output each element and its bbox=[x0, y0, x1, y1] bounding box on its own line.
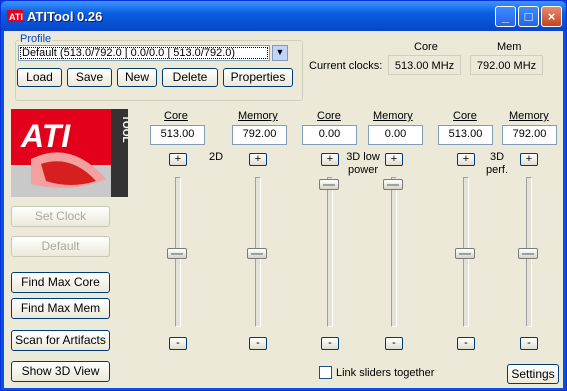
logo-subtext: TOOL bbox=[120, 115, 128, 143]
logo-text: ATI bbox=[20, 118, 71, 154]
current-clocks-label: Current clocks: bbox=[309, 60, 383, 72]
mode-3dlow-memory-input[interactable]: 0.00 bbox=[368, 125, 423, 145]
mode-3dlow-core-slider-thumb[interactable] bbox=[319, 179, 339, 190]
profile-group: Profile Default (513.0/792.0 | 0.0/0.0 |… bbox=[15, 33, 303, 101]
window-title: ATITool 0.26 bbox=[27, 9, 103, 24]
mode-3dperf-core-input[interactable]: 513.00 bbox=[438, 125, 493, 145]
mode-3dperf-memory-slider-thumb[interactable] bbox=[518, 248, 538, 259]
close-icon[interactable]: × bbox=[541, 6, 562, 27]
mode-3dperf-label: 3D perf. bbox=[485, 151, 508, 176]
mode-2d-core-plus-button[interactable]: + bbox=[169, 153, 187, 166]
properties-button[interactable]: Properties bbox=[223, 68, 293, 87]
default-button[interactable]: Default bbox=[11, 236, 110, 257]
current-mem-header: Mem bbox=[497, 41, 522, 53]
mode-3dlow-memory-plus-button[interactable]: + bbox=[385, 153, 403, 166]
mode-3dlow-core-minus-button[interactable]: - bbox=[321, 337, 339, 350]
mode-3dlow-core-plus-button[interactable]: + bbox=[321, 153, 339, 166]
mode-3dlow-memory-minus-button[interactable]: - bbox=[385, 337, 403, 350]
current-core-header: Core bbox=[414, 41, 438, 53]
mode-3dlow-memory-header: Memory bbox=[373, 110, 413, 122]
mode-3dperf-memory-header: Memory bbox=[509, 110, 549, 122]
ati-app-icon: ATI bbox=[7, 10, 23, 22]
mode-2d-memory-slider-thumb[interactable] bbox=[247, 248, 267, 259]
mode-3dlow-label: 3D low power bbox=[346, 151, 380, 176]
title-bar[interactable]: ATI ATITool 0.26 _ □ × bbox=[1, 1, 566, 31]
mode-3dlow-core-input[interactable]: 0.00 bbox=[302, 125, 357, 145]
set-clock-button[interactable]: Set Clock bbox=[11, 206, 110, 227]
link-sliders-label: Link sliders together bbox=[336, 367, 435, 379]
mode-2d-memory-header: Memory bbox=[238, 110, 278, 122]
ati-tool-logo: ATI TOOL bbox=[11, 109, 128, 197]
delete-button[interactable]: Delete bbox=[162, 68, 218, 87]
mode-3dperf-memory-minus-button[interactable]: - bbox=[520, 337, 538, 350]
current-mem-value: 792.00 MHz bbox=[470, 55, 543, 75]
mode-3dperf-core-slider-thumb[interactable] bbox=[455, 248, 475, 259]
profile-group-label: Profile bbox=[19, 33, 53, 45]
profile-select[interactable]: Default (513.0/792.0 | 0.0/0.0 | 513.0/7… bbox=[18, 45, 270, 61]
mode-2d-core-slider-thumb[interactable] bbox=[167, 248, 187, 259]
mode-2d-label: 2D bbox=[209, 151, 224, 163]
link-sliders-checkbox[interactable] bbox=[319, 366, 332, 379]
mode-3dlow-core-slider-track bbox=[327, 177, 333, 327]
mode-3dperf-memory-plus-button[interactable]: + bbox=[520, 153, 538, 166]
mode-3dlow-memory-slider-thumb[interactable] bbox=[383, 179, 403, 190]
mode-3dperf-core-header: Core bbox=[453, 110, 477, 122]
mode-3dperf-core-plus-button[interactable]: + bbox=[457, 153, 475, 166]
mode-2d-memory-plus-button[interactable]: + bbox=[249, 153, 267, 166]
mode-3dlow-memory-slider-track bbox=[391, 177, 397, 327]
svg-text:ATI: ATI bbox=[9, 12, 23, 22]
settings-button[interactable]: Settings bbox=[507, 364, 559, 384]
minimize-icon[interactable]: _ bbox=[495, 6, 516, 27]
profile-select-value: Default (513.0/792.0 | 0.0/0.0 | 513.0/7… bbox=[22, 47, 236, 59]
mode-3dperf-memory-input[interactable]: 792.00 bbox=[502, 125, 557, 145]
maximize-icon[interactable]: □ bbox=[518, 6, 539, 27]
app-window: ATI ATITool 0.26 _ □ × Profile Default (… bbox=[0, 0, 567, 391]
save-button[interactable]: Save bbox=[67, 68, 112, 87]
mode-2d-memory-input[interactable]: 792.00 bbox=[232, 125, 287, 145]
scan-artifacts-button[interactable]: Scan for Artifacts bbox=[11, 330, 110, 351]
new-button[interactable]: New bbox=[117, 68, 157, 87]
mode-3dperf-core-minus-button[interactable]: - bbox=[457, 337, 475, 350]
mode-2d-core-header: Core bbox=[164, 110, 188, 122]
find-max-mem-button[interactable]: Find Max Mem bbox=[11, 298, 110, 319]
current-core-value: 513.00 MHz bbox=[388, 55, 461, 75]
show-3d-view-button[interactable]: Show 3D View bbox=[11, 361, 110, 382]
load-button[interactable]: Load bbox=[17, 68, 62, 87]
client-area: Profile Default (513.0/792.0 | 0.0/0.0 |… bbox=[4, 31, 563, 388]
mode-2d-memory-minus-button[interactable]: - bbox=[249, 337, 267, 350]
mode-2d-core-minus-button[interactable]: - bbox=[169, 337, 187, 350]
mode-2d-core-input[interactable]: 513.00 bbox=[150, 125, 205, 145]
mode-3dlow-core-header: Core bbox=[317, 110, 341, 122]
chevron-down-icon[interactable]: ▼ bbox=[272, 45, 288, 61]
find-max-core-button[interactable]: Find Max Core bbox=[11, 272, 110, 293]
